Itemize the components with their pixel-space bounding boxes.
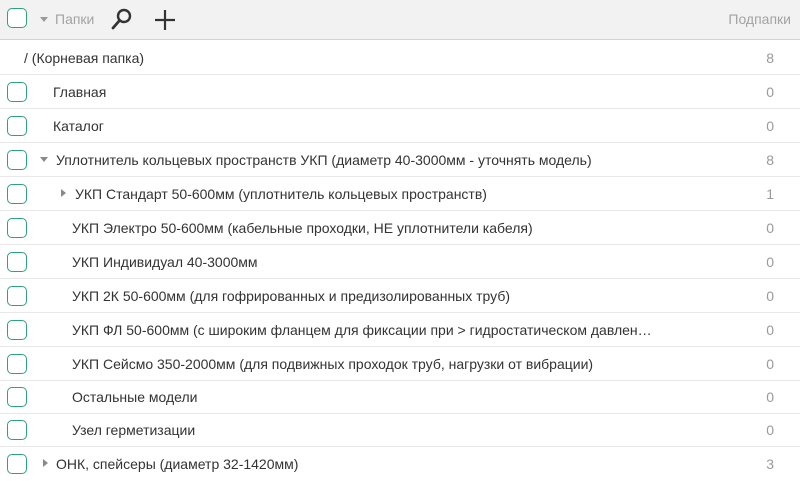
folder-label[interactable]: УКП 2К 50-600мм (для гофрированных и пре… <box>72 288 712 304</box>
row-checkbox[interactable] <box>7 286 27 306</box>
subfolder-count: 3 <box>766 456 774 472</box>
row-checkbox[interactable] <box>7 454 27 474</box>
folder-row[interactable]: УКП 2К 50-600мм (для гофрированных и пре… <box>0 279 800 313</box>
subfolder-count: 0 <box>766 220 774 236</box>
row-checkbox[interactable] <box>7 354 27 374</box>
subfolder-count: 0 <box>766 254 774 270</box>
folder-row[interactable]: Каталог 0 <box>0 109 800 143</box>
folder-label[interactable]: Узел герметизации <box>72 422 195 438</box>
folder-row[interactable]: УКП Индивидуал 40-3000мм 0 <box>0 245 800 279</box>
folder-label[interactable]: ОНК, спейсеры (диаметр 32-1420мм) <box>56 456 298 472</box>
folder-label[interactable]: Главная <box>53 84 106 100</box>
row-checkbox[interactable] <box>7 184 27 204</box>
row-checkbox[interactable] <box>7 116 27 136</box>
folder-label[interactable]: УКП Стандарт 50-600мм (уплотнитель кольц… <box>75 186 715 202</box>
folder-label[interactable]: Остальные модели <box>72 389 197 405</box>
folder-row[interactable]: ОНК, спейсеры (диаметр 32-1420мм) 3 <box>0 447 800 481</box>
row-checkbox[interactable] <box>7 420 27 440</box>
row-checkbox[interactable] <box>7 387 27 407</box>
subfolder-count: 0 <box>766 356 774 372</box>
folder-row[interactable]: УКП ФЛ 50-600мм (с широким фланцем для ф… <box>0 313 800 347</box>
folder-label[interactable]: Уплотнитель кольцевых пространств УКП (д… <box>56 152 716 168</box>
folder-label[interactable]: УКП ФЛ 50-600мм (с широким фланцем для ф… <box>72 322 712 338</box>
select-all-checkbox[interactable] <box>7 8 27 28</box>
folder-row[interactable]: УКП Стандарт 50-600мм (уплотнитель кольц… <box>0 177 800 211</box>
subfolder-count: 0 <box>766 118 774 134</box>
folder-label[interactable]: Каталог <box>53 118 104 134</box>
subfolder-count: 0 <box>766 322 774 338</box>
row-checkbox[interactable] <box>7 150 27 170</box>
folder-row[interactable]: Остальные модели 0 <box>0 380 800 414</box>
expand-caret-right-icon[interactable] <box>61 189 66 197</box>
row-checkbox[interactable] <box>7 320 27 340</box>
subfolder-count: 1 <box>766 186 774 202</box>
folder-row[interactable]: Узел герметизации 0 <box>0 413 800 447</box>
folder-row[interactable]: Уплотнитель кольцевых пространств УКП (д… <box>0 143 800 177</box>
folder-row[interactable]: Главная 0 <box>0 75 800 109</box>
expand-caret-down-icon[interactable] <box>40 157 48 162</box>
folder-label[interactable]: УКП Сейсмо 350-2000мм (для подвижных про… <box>72 356 712 372</box>
folder-label[interactable]: / (Корневая папка) <box>24 50 144 66</box>
search-button[interactable] <box>110 7 134 31</box>
search-icon <box>111 8 132 30</box>
expand-caret-right-icon[interactable] <box>43 459 48 467</box>
row-checkbox[interactable] <box>7 218 27 238</box>
subfolder-count: 8 <box>766 152 774 168</box>
subfolder-count: 0 <box>766 288 774 304</box>
folder-row[interactable]: УКП Электро 50-600мм (кабельные проходки… <box>0 211 800 245</box>
add-folder-button[interactable] <box>152 7 178 33</box>
folders-header: Папки Подпапки <box>0 0 800 40</box>
subfolder-count: 0 <box>766 422 774 438</box>
row-checkbox[interactable] <box>7 82 27 102</box>
subfolder-count: 0 <box>766 84 774 100</box>
folders-title: Папки <box>55 11 95 27</box>
row-checkbox[interactable] <box>7 252 27 272</box>
folder-row-root[interactable]: / (Корневая папка) 8 <box>0 41 800 75</box>
caret-down-icon[interactable] <box>40 17 48 22</box>
folder-row[interactable]: УКП Сейсмо 350-2000мм (для подвижных про… <box>0 347 800 381</box>
folder-label[interactable]: УКП Электро 50-600мм (кабельные проходки… <box>72 220 712 236</box>
plus-icon <box>155 10 175 30</box>
folder-label[interactable]: УКП Индивидуал 40-3000мм <box>72 254 712 270</box>
subfolders-column-header: Подпапки <box>728 11 791 27</box>
subfolder-count: 8 <box>766 50 774 66</box>
subfolder-count: 0 <box>766 389 774 405</box>
